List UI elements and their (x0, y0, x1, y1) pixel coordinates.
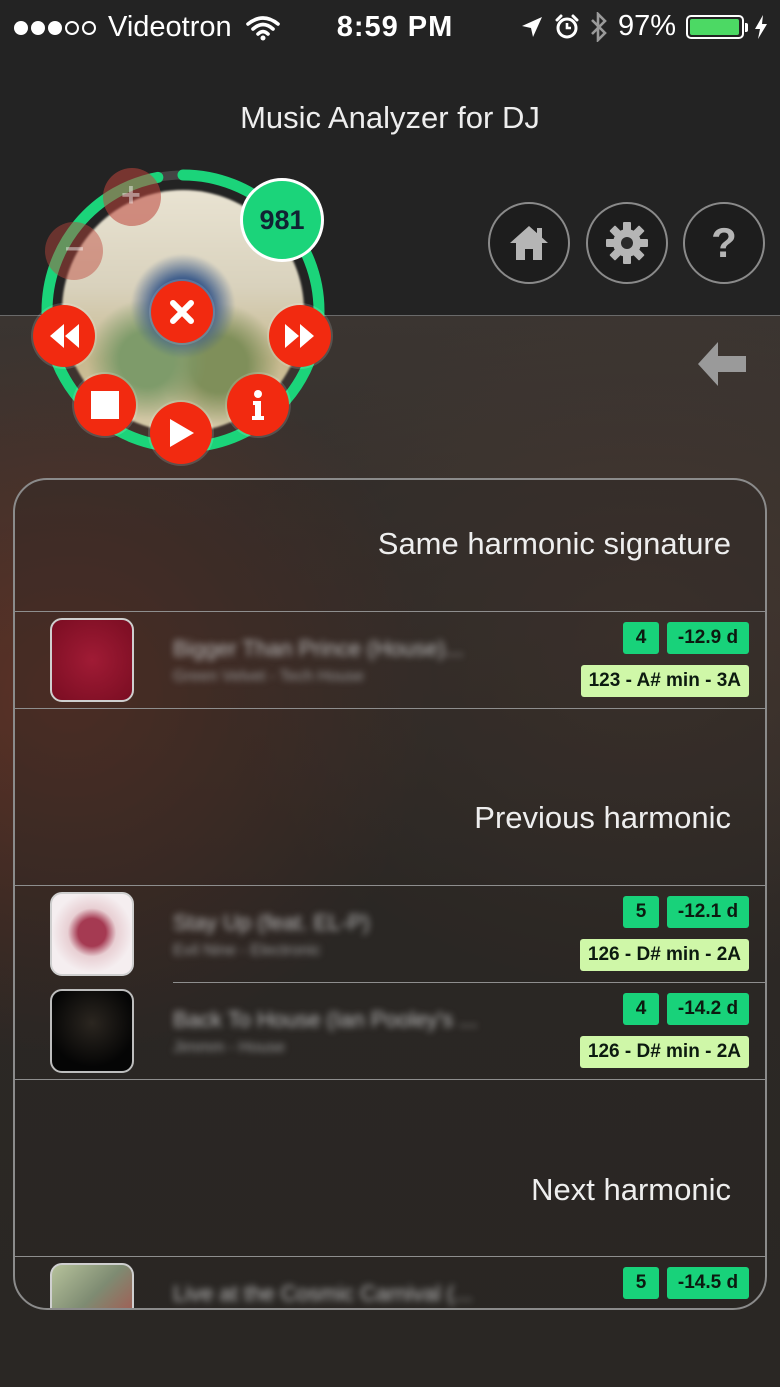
section-title: Same harmonic signature (377, 526, 731, 561)
info-button[interactable] (227, 374, 289, 436)
track-row[interactable]: Back To House (Ian Pooley's ... Jimmm - … (15, 983, 765, 1079)
track-row[interactable]: Stay Up (feat. EL-P) Evil Nine - Electro… (15, 886, 765, 982)
energy-badge: 5 (623, 1267, 659, 1299)
home-icon (510, 226, 548, 260)
delta-badge: -14.5 d (667, 1267, 749, 1299)
track-artist: Green Velvet - Tech House (173, 668, 364, 685)
track-title: Live at the Cosmic Carnival (... (173, 1281, 473, 1306)
track-title: Bigger Than Prince (House)... (173, 636, 464, 661)
section-title: Previous harmonic (474, 800, 731, 835)
charging-icon (755, 14, 767, 39)
key-badge: 126 - D# min - 2A (579, 1036, 749, 1068)
status-bar: Videotron 8:59 PM 97% (0, 0, 780, 54)
key-badge: 123 - A# min - 3A (580, 665, 749, 697)
track-artwork (50, 892, 134, 976)
rewind-button[interactable] (33, 305, 95, 367)
gear-icon (606, 222, 648, 264)
play-button[interactable] (150, 402, 212, 464)
track-title: Back To House (Ian Pooley's ... (173, 1007, 478, 1032)
track-artist: Jimmm - House (173, 1039, 286, 1056)
divider (15, 708, 765, 709)
status-right: 97% (520, 10, 768, 43)
info-icon (252, 390, 264, 420)
track-artwork (50, 989, 134, 1073)
fast-forward-icon (285, 324, 314, 348)
settings-button[interactable] (586, 202, 668, 284)
volume-up-button[interactable]: + (103, 168, 161, 226)
track-artwork (50, 1263, 134, 1308)
track-row[interactable]: Live at the Cosmic Carnival (... 5 -14.5… (15, 1257, 765, 1308)
plus-icon: + (121, 176, 141, 214)
divider (15, 1079, 765, 1080)
delta-badge: -14.2 d (667, 993, 749, 1025)
energy-badge: 4 (623, 622, 659, 654)
delta-badge: -12.1 d (667, 896, 749, 928)
play-icon (170, 419, 194, 447)
energy-badge: 4 (623, 993, 659, 1025)
track-artist: Evil Nine - Electronic (173, 942, 321, 959)
minus-icon: – (65, 228, 84, 266)
app-title: Music Analyzer for DJ (240, 100, 540, 135)
volume-down-button[interactable]: – (45, 222, 103, 280)
battery-level (690, 18, 739, 35)
delta-badge: -12.9 d (667, 622, 749, 654)
back-arrow-icon[interactable] (696, 340, 748, 388)
location-icon (521, 16, 542, 37)
battery-icon (686, 14, 748, 39)
close-icon (170, 300, 194, 324)
track-title: Stay Up (feat. EL-P) (173, 910, 370, 935)
track-row[interactable]: Bigger Than Prince (House)... Green Velv… (15, 612, 765, 708)
key-badge: 126 - D# min - 2A (579, 939, 749, 971)
energy-badge: 5 (623, 896, 659, 928)
home-button[interactable] (488, 202, 570, 284)
bluetooth-icon (591, 11, 607, 42)
battery-percent: 97% (617, 10, 676, 42)
alarm-icon (555, 14, 579, 38)
fast-forward-button[interactable] (269, 305, 331, 367)
rewind-icon (50, 324, 79, 348)
stop-button[interactable] (74, 374, 136, 436)
help-icon: ? (711, 219, 737, 266)
harmonic-panel: Same harmonic signature Bigger Than Prin… (13, 478, 767, 1310)
close-button[interactable] (151, 281, 213, 343)
stop-icon (91, 391, 119, 419)
section-title: Next harmonic (531, 1172, 731, 1207)
track-count-badge: 981 (240, 178, 324, 262)
track-artwork (50, 618, 134, 702)
help-button[interactable]: ? (683, 202, 765, 284)
